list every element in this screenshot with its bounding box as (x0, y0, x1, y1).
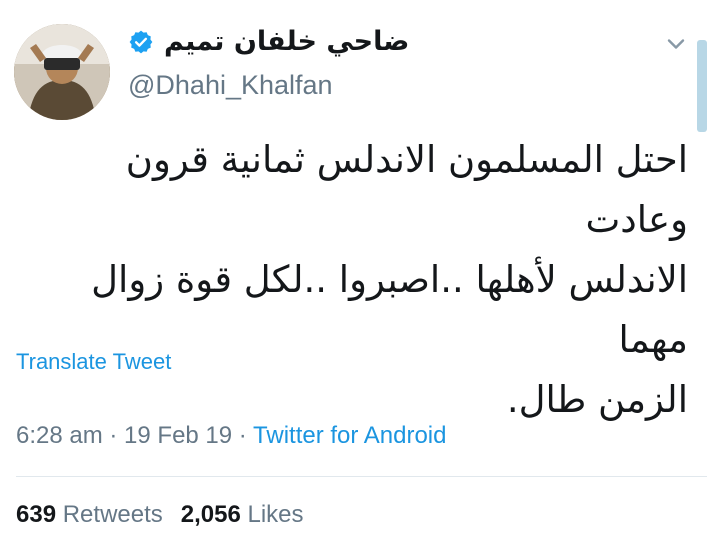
tweet-text: احتل المسلمون الاندلس ثمانية قرون وعادت … (18, 130, 688, 430)
tweet-date[interactable]: 19 Feb 19 (124, 422, 232, 449)
meta-separator: · (102, 422, 125, 449)
likes-stat[interactable]: 2,056 Likes (181, 501, 304, 528)
tweet-metadata: 6:28 am · 19 Feb 19 · Twitter for Androi… (16, 422, 446, 450)
retweets-count: 639 (16, 501, 57, 528)
author-handle[interactable]: @Dhahi_Khalfan (128, 70, 333, 101)
tweet-source-link[interactable]: Twitter for Android (253, 422, 446, 449)
scrollbar-thumb[interactable] (697, 40, 707, 132)
divider (16, 476, 707, 477)
tweet-line: احتل المسلمون الاندلس ثمانية قرون وعادت (125, 138, 688, 241)
meta-separator: · (232, 422, 254, 449)
retweets-label: Retweets (62, 501, 163, 528)
author-display-name[interactable]: ضاحي خلفان تميم (164, 26, 409, 57)
likes-count: 2,056 (180, 501, 241, 528)
tweet-stats: 639 Retweets 2,056 Likes (16, 501, 304, 529)
author-name-row[interactable]: ضاحي خلفان تميم (128, 26, 409, 57)
verified-badge-icon (129, 30, 153, 53)
retweets-stat[interactable]: 639 Retweets (16, 501, 163, 528)
translate-tweet-link[interactable]: Translate Tweet (16, 349, 171, 375)
likes-label: Likes (247, 501, 304, 528)
author-avatar[interactable] (14, 24, 110, 120)
chevron-down-icon[interactable] (662, 30, 690, 58)
avatar-image-icon (14, 24, 110, 120)
tweet-line: الزمن طال. (506, 378, 688, 421)
tweet-time[interactable]: 6:28 am (16, 422, 103, 449)
